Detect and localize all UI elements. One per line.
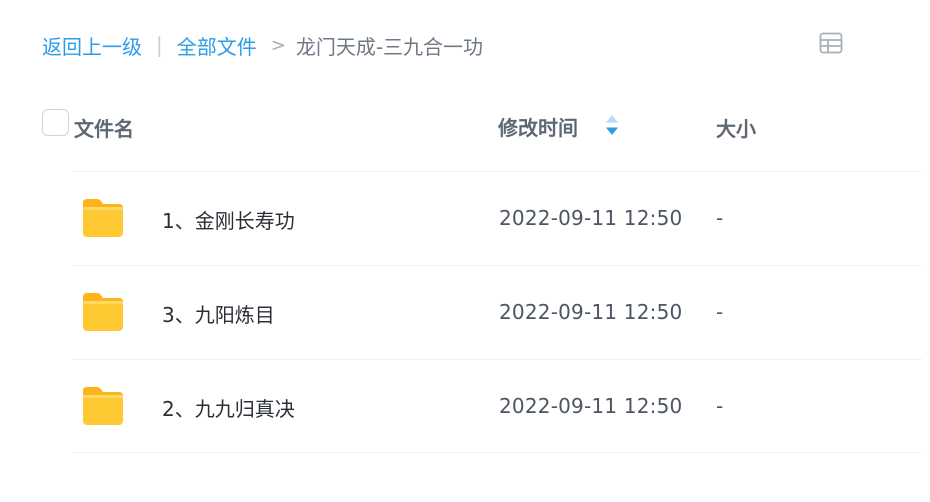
grid-view-icon[interactable] <box>819 32 843 54</box>
folder-icon <box>80 291 126 333</box>
sort-icon[interactable] <box>604 112 620 138</box>
folder-icon <box>80 385 126 427</box>
file-modified: 2022-09-11 12:50 <box>499 300 683 324</box>
folder-icon <box>80 197 126 239</box>
current-folder-label: 龙门天成-三九合一功 <box>295 34 484 59</box>
file-modified: 2022-09-11 12:50 <box>499 394 683 418</box>
all-files-link[interactable]: 全部文件 <box>177 31 257 60</box>
breadcrumb: 返回上一级 | 全部文件 > 龙门天成-三九合一功 <box>42 30 483 60</box>
file-list: 1、金刚长寿功 2022-09-11 12:50 - 3、九阳炼目 2022-0… <box>72 171 922 453</box>
sort-down-icon <box>606 127 618 135</box>
breadcrumb-separator: | <box>156 33 163 57</box>
file-size: - <box>716 206 724 230</box>
file-size: - <box>716 394 724 418</box>
table-row[interactable]: 2、九九归真决 2022-09-11 12:50 - <box>72 359 922 453</box>
sort-up-icon <box>606 115 618 123</box>
table-row[interactable]: 3、九阳炼目 2022-09-11 12:50 - <box>72 265 922 359</box>
file-size: - <box>716 300 724 324</box>
file-browser: 返回上一级 | 全部文件 > 龙门天成-三九合一功 文件名 修改时间 大小 1、… <box>0 0 930 502</box>
file-name[interactable]: 3、九阳炼目 <box>162 299 275 328</box>
column-header-modified[interactable]: 修改时间 <box>498 112 578 141</box>
column-header-name[interactable]: 文件名 <box>74 113 134 142</box>
file-modified: 2022-09-11 12:50 <box>499 206 683 230</box>
breadcrumb-arrow-icon: > <box>270 34 286 56</box>
column-header-size[interactable]: 大小 <box>716 113 756 142</box>
table-row[interactable]: 1、金刚长寿功 2022-09-11 12:50 - <box>72 171 922 265</box>
file-name[interactable]: 2、九九归真决 <box>162 393 295 422</box>
select-all-checkbox[interactable] <box>42 109 69 136</box>
back-link[interactable]: 返回上一级 <box>42 31 142 60</box>
file-name[interactable]: 1、金刚长寿功 <box>162 205 295 234</box>
table-header: 文件名 修改时间 大小 <box>0 104 930 148</box>
